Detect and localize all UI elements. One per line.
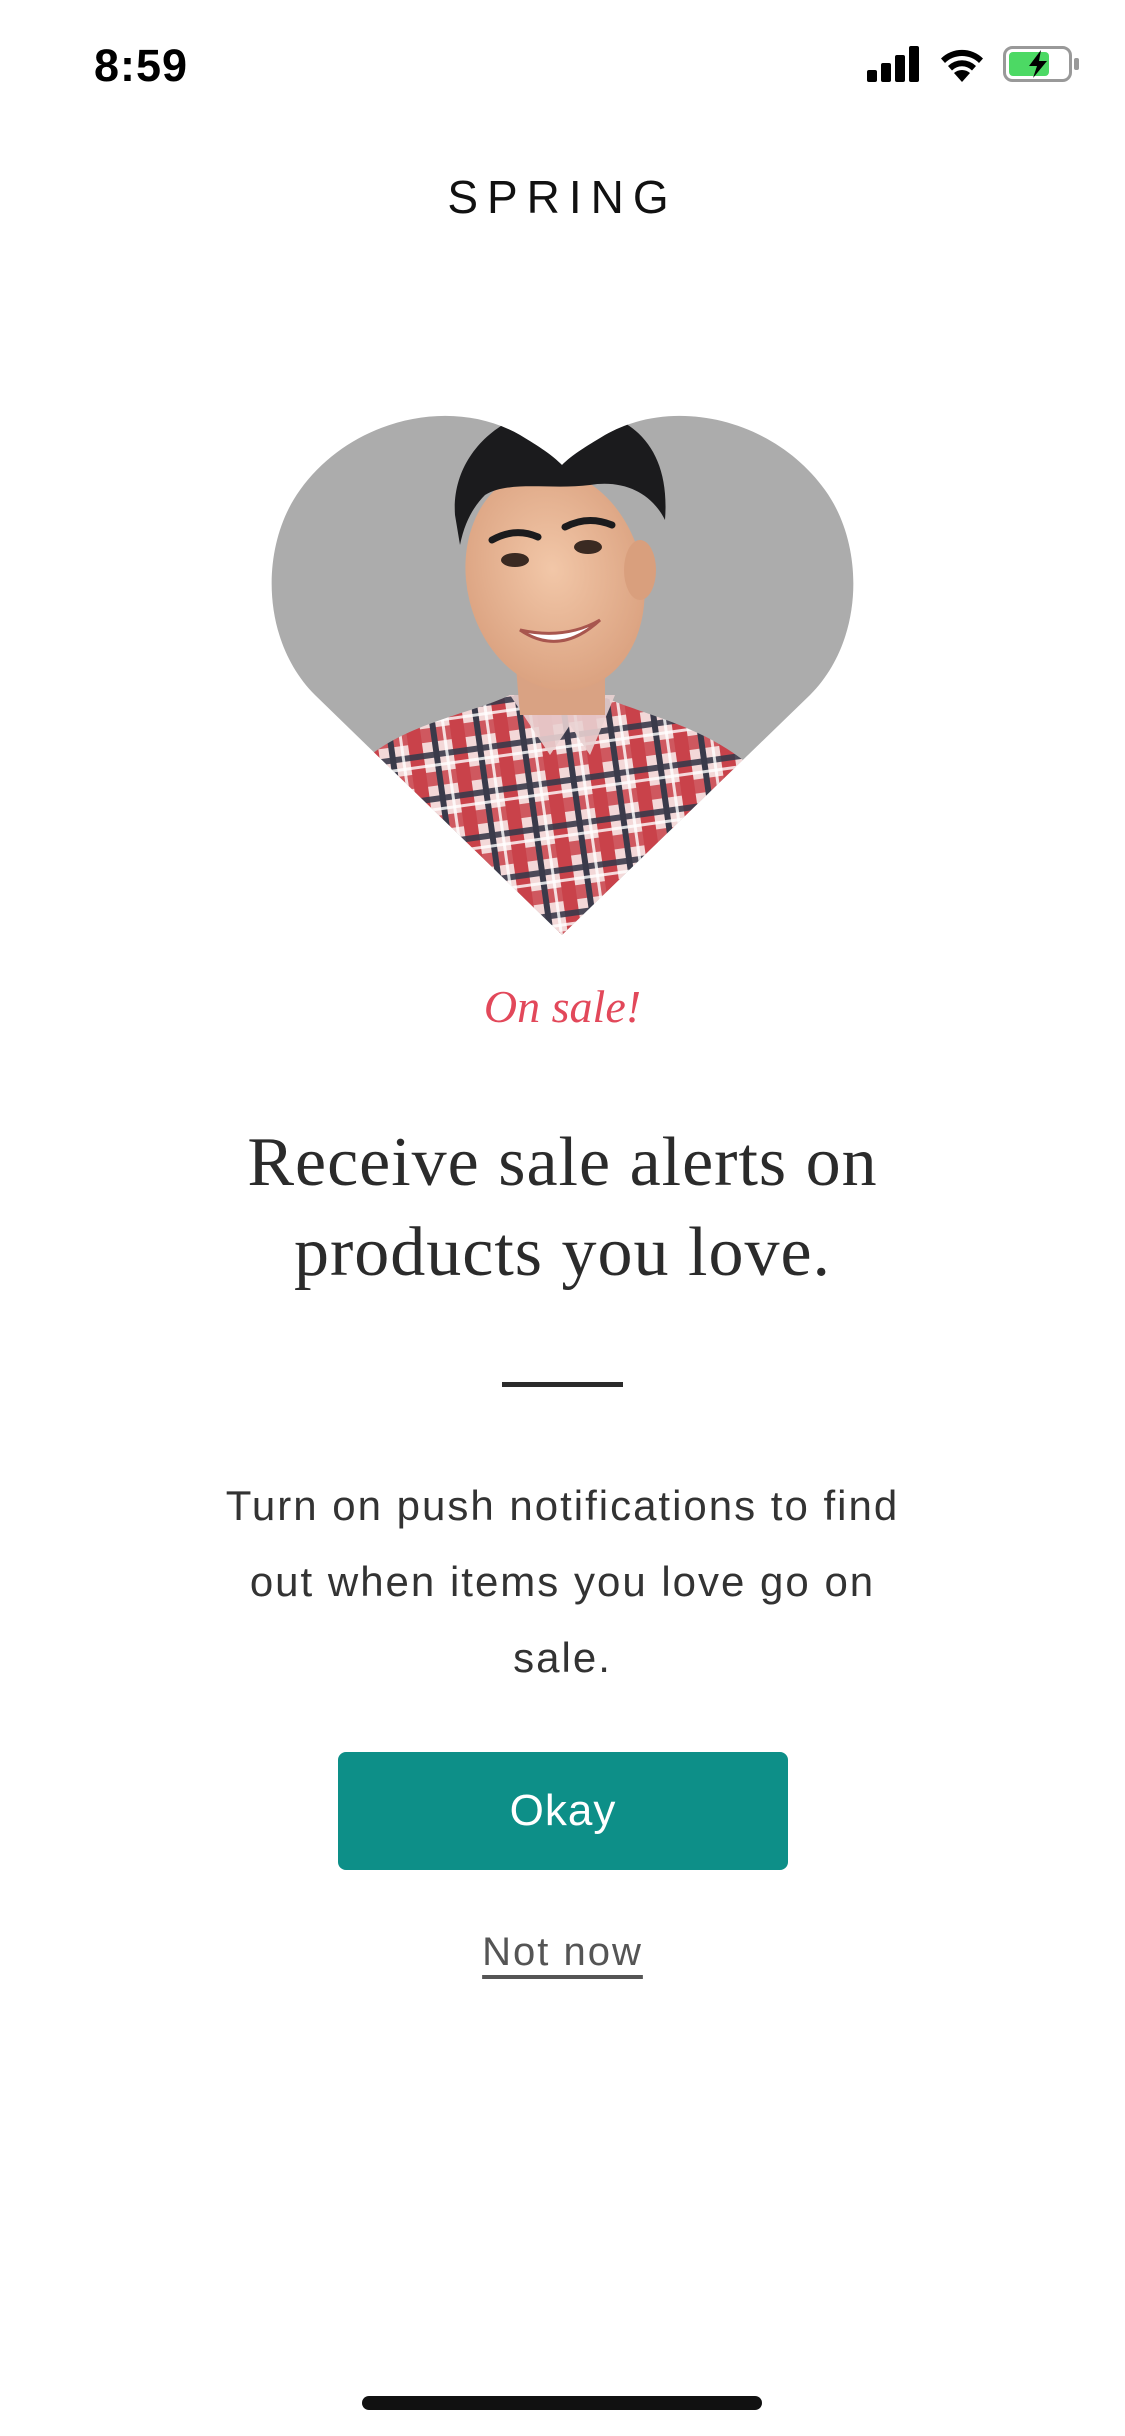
status-icons: [867, 46, 1081, 87]
wifi-icon: [939, 46, 985, 87]
not-now-link[interactable]: Not now: [0, 1930, 1125, 1975]
okay-button[interactable]: Okay: [338, 1752, 788, 1870]
status-time: 8:59: [94, 40, 189, 91]
cellular-signal-icon: [867, 46, 921, 87]
home-indicator[interactable]: [362, 2396, 762, 2410]
divider: [502, 1382, 623, 1387]
sale-tag: On sale!: [483, 981, 642, 1032]
description-text: Turn on push notifications to find out w…: [225, 1482, 900, 1681]
headline: Receive sale alerts on products you love…: [247, 1124, 878, 1291]
heart-photo: [270, 395, 855, 935]
brand-logo: SPRING: [447, 171, 678, 223]
status-bar: 8:59: [0, 0, 1125, 132]
battery-charging-icon: [1003, 46, 1081, 87]
